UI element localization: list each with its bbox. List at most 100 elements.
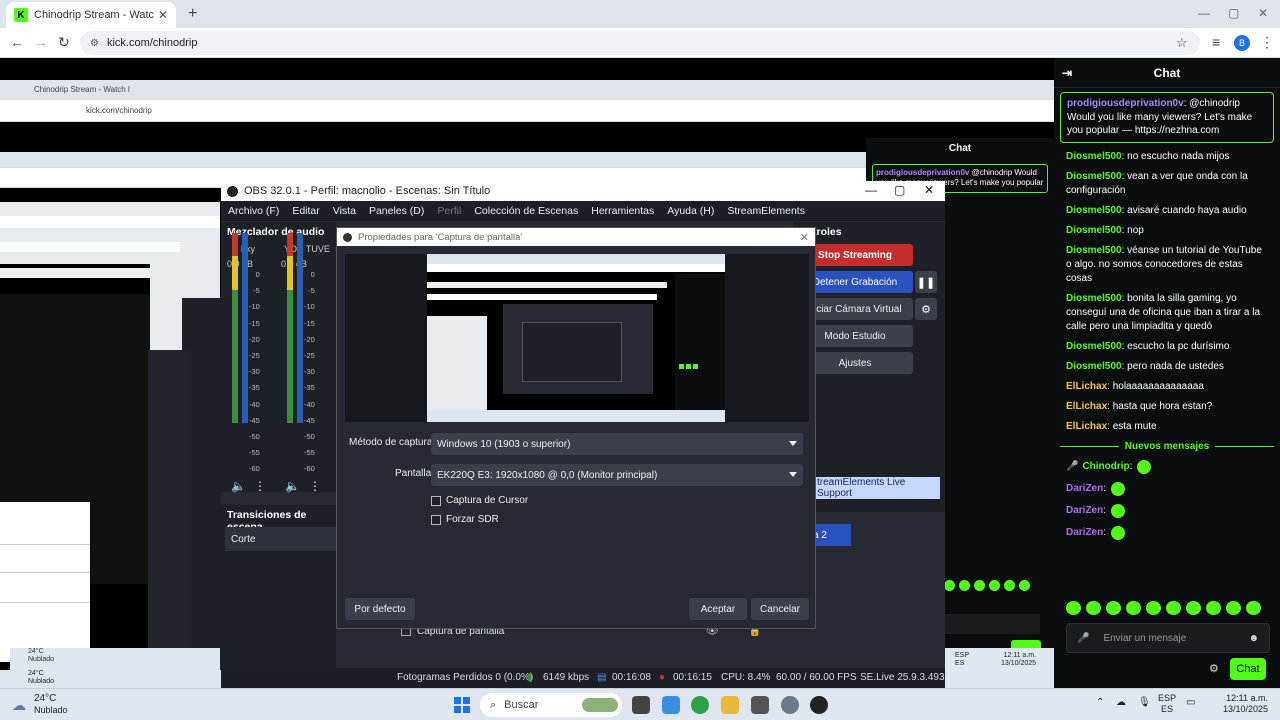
chat-username[interactable]: Diosmel500 [1066,361,1122,372]
minimize-icon[interactable]: — [1198,6,1210,20]
taskbar-clock[interactable]: 12:11 a.m. 13/10/2025 [1200,693,1268,716]
audio-mixer-panel: Mezclador de audio hky YOU TUVE 0.0 dB 0… [221,222,336,492]
scale-tick-label: -50 [249,432,260,442]
profile-avatar[interactable]: B [1234,35,1250,51]
chat-username[interactable]: ElLichax [1066,381,1107,392]
menu-perfil[interactable]: Perfil [437,205,461,217]
chat-username[interactable]: Diosmel500 [1066,293,1122,304]
scale-tick-label: -45 [304,415,315,425]
channel2-volume-slider[interactable] [297,233,303,423]
emote-icon[interactable] [1106,601,1121,615]
chat-send-button[interactable]: Chat [1230,658,1266,680]
cancel-button[interactable]: Cancelar [751,598,809,620]
site-info-icon[interactable]: ⚙ [90,38,99,49]
file-explorer-icon[interactable] [721,696,739,714]
taskbar-search[interactable]: ⌕ Buscar [480,693,622,717]
obs-close-icon[interactable]: ✕ [924,183,934,197]
copilot-icon[interactable] [662,696,680,714]
menu-archivo[interactable]: Archivo (F) [228,205,279,217]
default-button[interactable]: Por defecto [345,598,415,620]
task-view-icon[interactable] [632,696,650,714]
language-indicator[interactable]: ESP ES [1158,693,1176,715]
cursor-checkbox-box[interactable] [431,495,441,506]
chat-username[interactable]: Chinodrip [1082,460,1129,474]
method-select[interactable]: Windows 10 (1903 o superior) [431,433,803,455]
emoji-picker-icon[interactable]: ☻ [1248,633,1259,644]
back-icon[interactable]: ← [10,34,24,50]
maximize-icon[interactable]: ▢ [1228,6,1239,20]
close-window-icon[interactable]: ✕ [1258,6,1268,20]
settings-app-icon[interactable] [781,696,799,714]
media-icon[interactable]: ≡ [1212,34,1220,50]
address-url: kick.com/chinodrip [106,37,198,49]
accept-button[interactable]: Aceptar [689,598,747,620]
screen-select[interactable]: EK220Q E3: 1920x1080 @ 0,0 (Monitor prin… [431,464,803,486]
reload-icon[interactable]: ↻ [58,34,70,51]
emote-icon[interactable] [1066,601,1081,615]
address-bar[interactable]: ⚙ kick.com/chinodrip [80,31,1200,55]
chat-username[interactable]: DariZen [1066,504,1103,518]
chat-username[interactable]: Diosmel500 [1066,225,1122,236]
menu-paneles[interactable]: Paneles (D) [369,205,424,217]
sdr-checkbox[interactable]: Forzar SDR [431,514,499,525]
channel1-mute-icon[interactable]: 🔈 [231,479,246,493]
tray-chevron-icon[interactable]: ⌃ [1096,697,1104,709]
menu-vista[interactable]: Vista [333,205,356,217]
dialog-close-icon[interactable]: ✕ [800,231,809,244]
pinned-user[interactable]: prodigiousdeprivation0v [1067,98,1184,109]
channel2-mute-icon[interactable]: 🔈 [285,479,300,493]
scale-tick-label: -10 [304,302,315,312]
emote-icon[interactable] [1246,601,1261,615]
bookmark-star-icon[interactable]: ☆ [1176,35,1188,51]
chat-settings-icon[interactable]: ⚙ [1209,662,1219,675]
menu-coleccion[interactable]: Colección de Escenas [474,205,578,217]
pause-recording-icon[interactable]: ❚❚ [915,271,937,293]
menu-herramientas[interactable]: Herramientas [591,205,654,217]
chat-username[interactable]: Diosmel500 [1066,205,1122,216]
obs-app-icon[interactable] [810,696,828,714]
chat-message-text: : esta mute [1107,420,1157,432]
menu-editar[interactable]: Editar [292,205,319,217]
obs-minimize-icon[interactable]: — [865,183,877,197]
network-icon[interactable]: ▭ [1186,697,1195,709]
virtual-camera-settings-icon[interactable]: ⚙ [915,298,937,320]
emote-icon[interactable] [1086,601,1101,615]
channel2-menu-icon[interactable]: ⋮ [309,479,321,493]
chat-username[interactable]: Diosmel500 [1066,151,1122,162]
close-tab-icon[interactable]: ✕ [158,8,168,22]
cursor-checkbox[interactable]: Captura de Cursor [431,495,528,506]
obs-maximize-icon[interactable]: ▢ [894,183,905,197]
app-icon[interactable] [751,696,769,714]
weather-widget[interactable]: ☁ 24°C Nublado [12,693,68,716]
collapse-chat-icon[interactable]: ⇥ [1062,66,1072,80]
mic-tray-icon[interactable]: 🎙 [1138,697,1151,709]
windows-start-icon[interactable] [454,697,470,713]
chat-username[interactable]: ElLichax [1066,401,1107,412]
new-tab-icon[interactable]: + [188,5,197,23]
chat-username[interactable]: ElLichax [1066,421,1107,432]
emote-icon[interactable] [1226,601,1241,615]
chat-username[interactable]: Diosmel500 [1066,171,1122,182]
browser-tab[interactable]: K Chinodrip Stream - Watch l ✕ [6,2,176,28]
preview-image [427,254,725,422]
emote-icon[interactable] [1166,601,1181,615]
transition-select[interactable]: Corte [225,527,337,551]
menu-dots-icon[interactable]: ⋮ [1260,34,1274,51]
chat-username[interactable]: Diosmel500 [1066,245,1122,256]
chat-username[interactable]: DariZen [1066,526,1103,540]
channel1-volume-slider[interactable] [242,233,248,423]
menu-ayuda[interactable]: Ayuda (H) [667,205,714,217]
emote-icon[interactable] [1186,601,1201,615]
emote-icon[interactable] [1206,601,1221,615]
forward-icon[interactable]: → [34,34,48,50]
chat-username[interactable]: DariZen [1066,482,1103,496]
chrome-icon[interactable] [691,696,709,714]
sdr-checkbox-box[interactable] [431,514,441,525]
emote-icon[interactable] [1126,601,1141,615]
cloud-tray-icon[interactable]: ☁ [1116,697,1126,709]
menu-streamelements[interactable]: StreamElements [727,205,805,217]
chat-input[interactable]: 🎤 Enviar un mensaje ☻ [1066,623,1270,653]
channel1-menu-icon[interactable]: ⋮ [254,479,266,493]
chat-username[interactable]: Diosmel500 [1066,341,1122,352]
emote-icon[interactable] [1146,601,1161,615]
